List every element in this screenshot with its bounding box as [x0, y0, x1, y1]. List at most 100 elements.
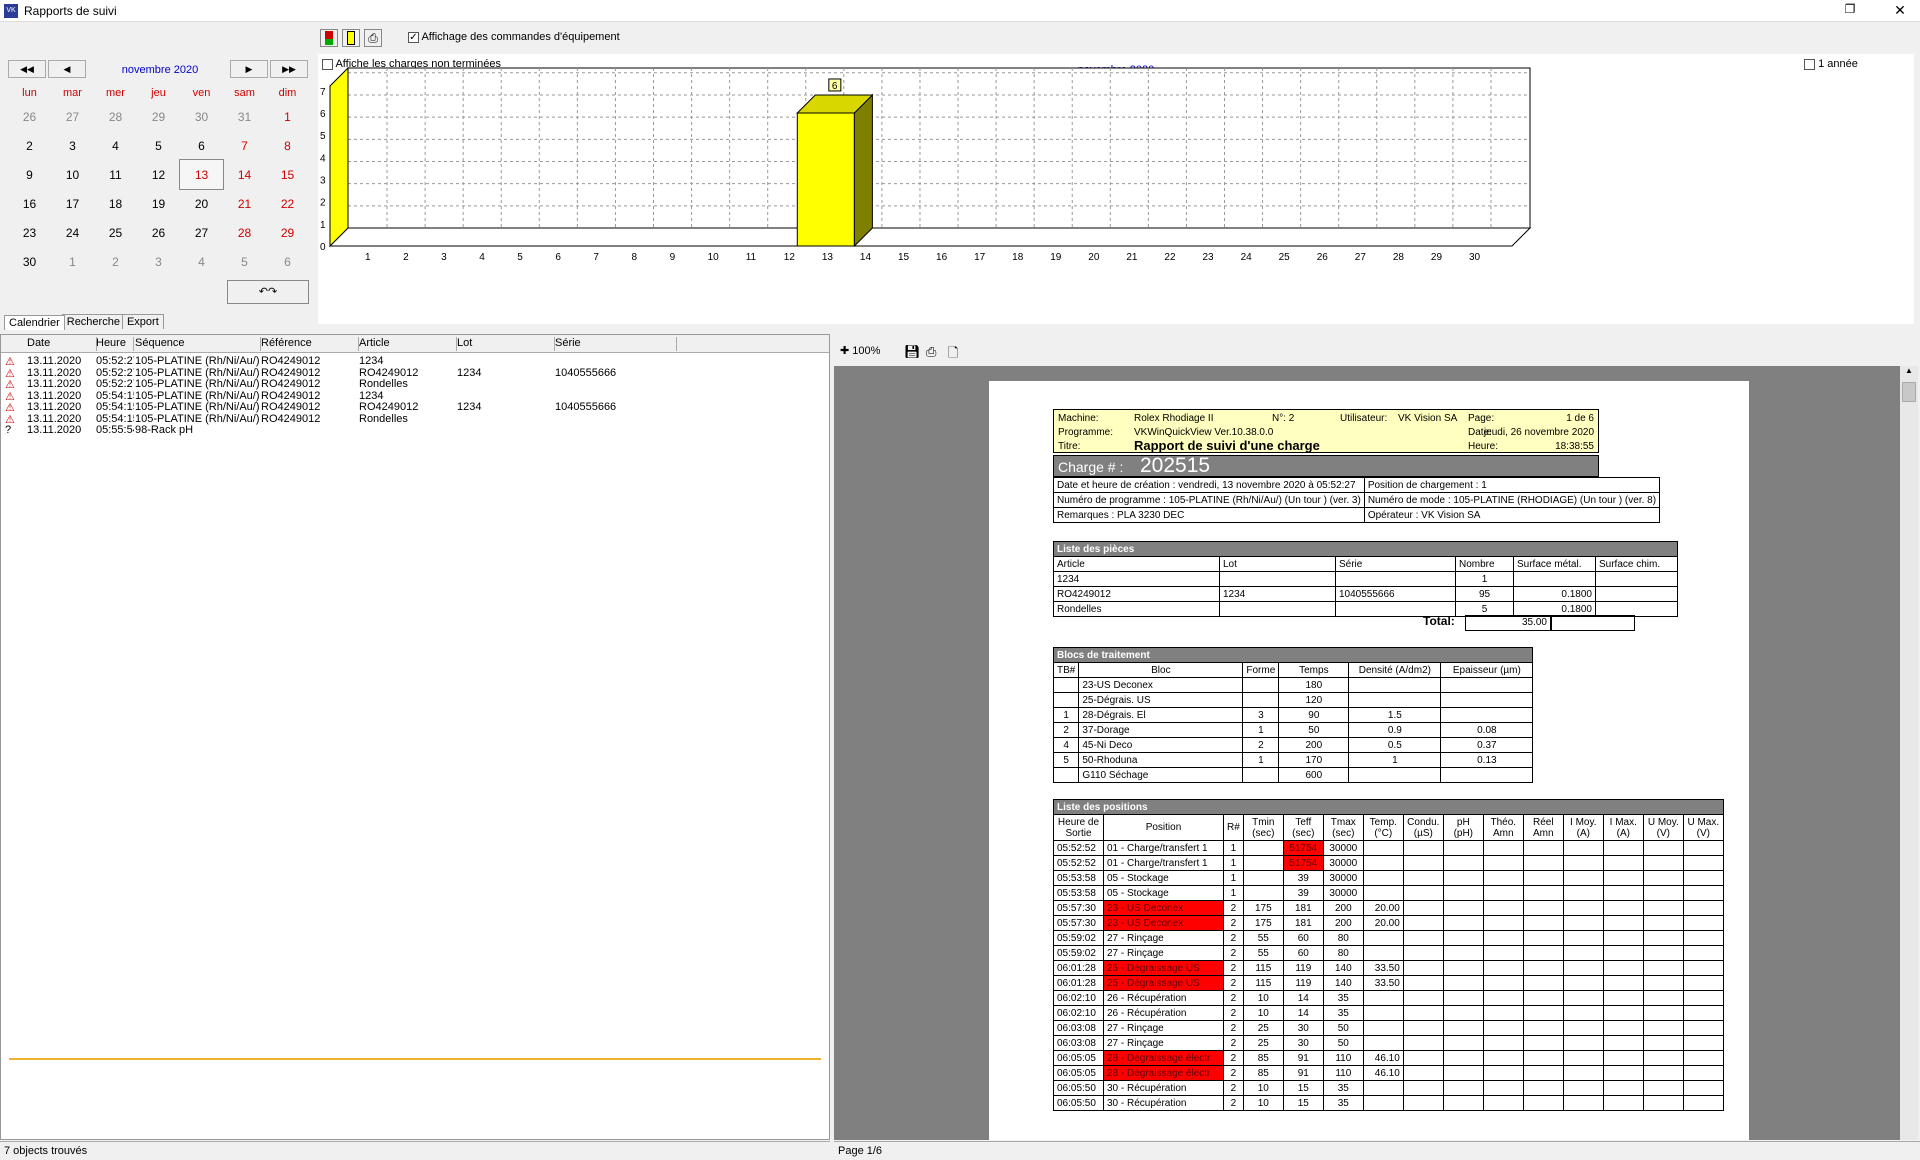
calendar-day[interactable]: 26 [8, 102, 51, 131]
close-icon[interactable]: ✕ [1888, 2, 1912, 20]
column-header-séquence[interactable]: Séquence [135, 337, 261, 351]
report-cell [1562, 930, 1604, 946]
prev-month-button[interactable]: ◀ [48, 60, 86, 78]
cell-art: RO4249012 [359, 366, 419, 379]
zoom-control[interactable]: ✚ 100% [840, 344, 880, 357]
report-row: 06:01:28 25 - Dégraissage US 2 115 119 140 33.… [1053, 960, 1724, 976]
save-icon[interactable]: 💾︎ [904, 344, 921, 360]
calendar-day[interactable]: 1 [51, 247, 94, 276]
report-cell: 06:05:50 [1053, 1095, 1104, 1111]
report-cell: 23 - US Deconex [1103, 915, 1224, 931]
report-cell [1242, 855, 1284, 871]
calendar-day[interactable]: 5 [223, 247, 266, 276]
calendar-day[interactable]: 6 [180, 131, 223, 160]
report-cell: 50-Rhoduna [1078, 752, 1244, 768]
calendar-day[interactable]: 31 [223, 102, 266, 131]
report-cell [1402, 870, 1444, 886]
calendar-day[interactable]: 28 [94, 102, 137, 131]
report-cell [1682, 870, 1724, 886]
col-header: Surface chim. [1595, 556, 1678, 572]
calendar-day[interactable]: 13 [179, 159, 224, 190]
resize-arrow[interactable] [9, 1057, 821, 1061]
equipment-checkbox[interactable]: ✓ [408, 31, 419, 43]
calendar-day[interactable]: 3 [51, 131, 94, 160]
next-year-button[interactable]: ▶▶ [270, 60, 308, 78]
calendar-day[interactable]: 19 [137, 189, 180, 218]
calendar-day[interactable]: 10 [51, 160, 94, 189]
calendar-day[interactable]: 25 [94, 218, 137, 247]
column-header-référence[interactable]: Référence [261, 337, 359, 351]
calendar-day[interactable]: 17 [51, 189, 94, 218]
calendar-day[interactable]: 2 [8, 131, 51, 160]
calendar-day[interactable]: 15 [266, 160, 309, 189]
calendar-day[interactable]: 2 [94, 247, 137, 276]
calendar-day[interactable]: 28 [223, 218, 266, 247]
calendar-day[interactable]: 20 [180, 189, 223, 218]
scroll-up-icon[interactable]: ▲ [1900, 366, 1918, 380]
calendar-day[interactable]: 11 [94, 160, 137, 189]
tab-recherche[interactable]: Recherche [61, 314, 125, 329]
column-header-heure[interactable]: Heure [96, 337, 134, 351]
calendar-day[interactable]: 9 [8, 160, 51, 189]
tab-calendrier[interactable]: Calendrier [4, 315, 65, 330]
tab-export[interactable]: Export [121, 314, 164, 329]
x-tick-label: 18 [1012, 252, 1024, 263]
report-cell: 20.00 [1362, 900, 1404, 916]
calendar-day[interactable]: 22 [266, 189, 309, 218]
calendar-day[interactable]: 27 [51, 102, 94, 131]
calendar-day[interactable]: 21 [223, 189, 266, 218]
calendar-day[interactable]: 26 [137, 218, 180, 247]
column-header-date[interactable]: Date [27, 337, 97, 351]
preview-scrollbar[interactable]: ▲ [1900, 366, 1918, 1140]
report-cell [1562, 840, 1604, 856]
report-cell: 39 [1282, 870, 1324, 886]
pieces-table: Liste des pièces Article Lot Série Nombre Sur… [1053, 541, 1678, 617]
calendar-day[interactable]: 30 [8, 247, 51, 276]
calendar-day[interactable]: 4 [94, 131, 137, 160]
report-row: 5 50-Rhoduna 1 170 1 0.13 [1052, 752, 1534, 768]
calendar-day[interactable]: 8 [266, 131, 309, 160]
return-today-button[interactable]: ↶↷ [227, 280, 309, 304]
traffic-light-icon[interactable] [320, 29, 338, 47]
column-header-lot[interactable]: Lot [457, 337, 555, 351]
report-cell [1402, 945, 1444, 961]
calendar-day[interactable]: 14 [223, 160, 266, 189]
column-header-série[interactable]: Série [555, 337, 677, 351]
prev-year-button[interactable]: ◀◀ [8, 60, 46, 78]
calendar-day[interactable]: 24 [51, 218, 94, 247]
list-item[interactable]: ? 13.11.2020 05:55:5498-Rack pH [1, 424, 829, 438]
calendar-day[interactable]: 30 [180, 102, 223, 131]
application-window: VK Rapports de suivi ❐ ✕ ⎙ ✓ Affichage d… [0, 0, 1920, 1160]
report-cell [1642, 1035, 1684, 1051]
calendar-day[interactable]: 7 [223, 131, 266, 160]
report-cell: 51754 [1282, 840, 1324, 856]
equipment-toggle[interactable]: ✓ Affichage des commandes d'équipement [408, 31, 620, 43]
calendar-day[interactable]: 16 [8, 189, 51, 218]
calendar-day[interactable]: 1 [266, 102, 309, 131]
page-icon[interactable]: 🗋 [948, 344, 958, 366]
report-cell: 30000 [1322, 870, 1364, 886]
calendar-day[interactable]: 12 [137, 160, 180, 189]
report-cell: 25 [1242, 1020, 1284, 1036]
calendar-day[interactable]: 29 [137, 102, 180, 131]
report-cell [1052, 692, 1080, 708]
calendar-day[interactable]: 4 [180, 247, 223, 276]
yellow-marker-icon[interactable] [342, 29, 360, 47]
column-header-article[interactable]: Article [359, 337, 457, 351]
calendar-day[interactable]: 23 [8, 218, 51, 247]
print-preview-icon[interactable]: ⎙ [926, 344, 936, 360]
x-tick-label: 30 [1469, 252, 1481, 263]
calendar-day[interactable]: 27 [180, 218, 223, 247]
report-row: 2 37-Dorage 1 50 0.9 0.08 [1052, 722, 1534, 738]
calendar-day[interactable]: 29 [266, 218, 309, 247]
calendar-day[interactable]: 18 [94, 189, 137, 218]
print-icon[interactable]: ⎙ [364, 29, 382, 47]
restore-icon[interactable]: ❐ [1838, 2, 1862, 20]
calendar-day[interactable]: 5 [137, 131, 180, 160]
scroll-thumb[interactable] [1902, 382, 1916, 402]
report-cell: 05:59:02 [1053, 945, 1104, 961]
calendar-day[interactable]: 3 [137, 247, 180, 276]
next-month-button[interactable]: ▶ [230, 60, 268, 78]
col-header: I Moy. (A) [1562, 814, 1604, 841]
calendar-day[interactable]: 6 [266, 247, 309, 276]
